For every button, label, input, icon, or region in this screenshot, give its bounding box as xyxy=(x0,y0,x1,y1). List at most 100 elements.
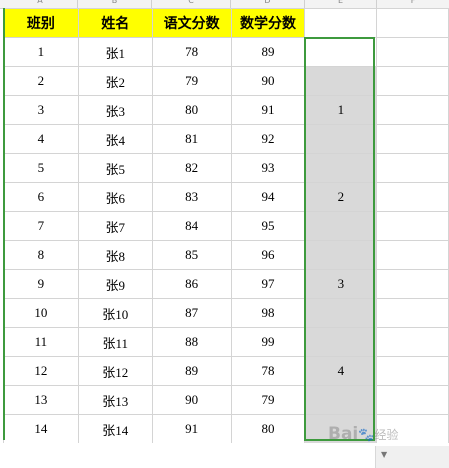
table-cell[interactable] xyxy=(376,95,449,125)
header-cell-class[interactable]: 班别 xyxy=(3,8,79,38)
table-cell[interactable]: 98 xyxy=(230,298,306,328)
column-header-d[interactable]: D xyxy=(231,0,305,8)
table-cell[interactable] xyxy=(304,37,378,67)
column-header-a[interactable]: A xyxy=(3,0,78,8)
table-cell[interactable]: 1 xyxy=(304,95,378,125)
table-cell[interactable]: 87 xyxy=(151,298,232,328)
header-row: 班别 姓名 语文分数 数学分数 xyxy=(3,8,449,38)
table-cell[interactable] xyxy=(304,153,378,183)
table-cell[interactable]: 80 xyxy=(230,414,306,444)
table-cell[interactable]: 90 xyxy=(151,385,232,415)
table-cell[interactable]: 9 xyxy=(3,269,79,299)
table-cell[interactable]: 6 xyxy=(3,182,79,212)
table-cell[interactable]: 90 xyxy=(230,66,306,96)
table-cell[interactable]: 93 xyxy=(230,153,306,183)
table-cell[interactable]: 96 xyxy=(230,240,306,270)
table-cell[interactable]: 83 xyxy=(151,182,232,212)
table-cell[interactable] xyxy=(376,240,449,270)
table-cell[interactable] xyxy=(376,153,449,183)
column-header-f[interactable]: F xyxy=(377,0,449,8)
table-cell[interactable]: 85 xyxy=(151,240,232,270)
table-cell[interactable]: 张13 xyxy=(77,385,153,415)
table-cell[interactable]: 3 xyxy=(3,95,79,125)
table-cell[interactable]: 张3 xyxy=(77,95,153,125)
table-cell[interactable]: 张6 xyxy=(77,182,153,212)
table-row: 3 张3 80 91 1 xyxy=(3,95,449,125)
table-cell[interactable]: 张12 xyxy=(77,356,153,386)
table-cell[interactable] xyxy=(376,298,449,328)
table-cell[interactable]: 89 xyxy=(151,356,232,386)
table-cell[interactable]: 78 xyxy=(230,356,306,386)
table-cell[interactable]: 4 xyxy=(304,356,378,386)
column-header-e[interactable]: E xyxy=(305,0,377,8)
table-cell[interactable]: 95 xyxy=(230,211,306,241)
table-cell[interactable]: 14 xyxy=(3,414,79,444)
header-cell-empty[interactable] xyxy=(304,8,378,38)
table-cell[interactable]: 张14 xyxy=(77,414,153,444)
table-cell[interactable] xyxy=(376,269,449,299)
table-cell[interactable] xyxy=(304,298,378,328)
column-header-c[interactable]: C xyxy=(152,0,231,8)
table-cell[interactable]: 张11 xyxy=(77,327,153,357)
column-header-b[interactable]: B xyxy=(78,0,152,8)
table-cell[interactable]: 92 xyxy=(230,124,306,154)
table-cell[interactable] xyxy=(376,66,449,96)
table-cell[interactable]: 张4 xyxy=(77,124,153,154)
table-cell[interactable]: 11 xyxy=(3,327,79,357)
table-cell[interactable]: 81 xyxy=(151,124,232,154)
table-cell[interactable]: 12 xyxy=(3,356,79,386)
table-cell[interactable] xyxy=(304,124,378,154)
table-cell[interactable]: 94 xyxy=(230,182,306,212)
header-cell-math-score[interactable]: 数学分数 xyxy=(230,8,306,38)
table-cell[interactable] xyxy=(376,211,449,241)
table-cell[interactable]: 5 xyxy=(3,153,79,183)
table-cell[interactable]: 79 xyxy=(230,385,306,415)
table-cell[interactable]: 91 xyxy=(151,414,232,444)
table-cell[interactable] xyxy=(304,211,378,241)
table-cell[interactable]: 89 xyxy=(230,37,306,67)
table-cell[interactable]: 78 xyxy=(151,37,232,67)
table-cell[interactable]: 13 xyxy=(3,385,79,415)
table-cell[interactable] xyxy=(304,66,378,96)
header-cell-chinese-score[interactable]: 语文分数 xyxy=(151,8,232,38)
table-cell[interactable]: 80 xyxy=(151,95,232,125)
table-cell[interactable]: 张2 xyxy=(77,66,153,96)
table-cell[interactable]: 3 xyxy=(304,269,378,299)
table-cell[interactable] xyxy=(376,37,449,67)
table-cell[interactable]: 99 xyxy=(230,327,306,357)
table-cell[interactable] xyxy=(376,124,449,154)
table-row: 13 张13 90 79 xyxy=(3,385,449,415)
scroll-down-arrow-icon[interactable]: ▼ xyxy=(381,450,387,459)
table-cell[interactable]: 97 xyxy=(230,269,306,299)
table-cell[interactable]: 8 xyxy=(3,240,79,270)
table-cell[interactable]: 84 xyxy=(151,211,232,241)
table-cell[interactable] xyxy=(376,327,449,357)
header-cell-empty[interactable] xyxy=(376,8,449,38)
table-cell[interactable]: 88 xyxy=(151,327,232,357)
table-cell[interactable]: 张9 xyxy=(77,269,153,299)
table-cell[interactable]: 2 xyxy=(304,182,378,212)
table-cell[interactable]: 10 xyxy=(3,298,79,328)
header-cell-name[interactable]: 姓名 xyxy=(77,8,153,38)
table-cell[interactable] xyxy=(304,385,378,415)
table-cell[interactable]: 7 xyxy=(3,211,79,241)
table-cell[interactable]: 79 xyxy=(151,66,232,96)
table-cell[interactable]: 张7 xyxy=(77,211,153,241)
table-cell[interactable]: 91 xyxy=(230,95,306,125)
table-cell[interactable]: 82 xyxy=(151,153,232,183)
table-cell[interactable] xyxy=(376,385,449,415)
table-cell[interactable]: 1 xyxy=(3,37,79,67)
table-cell[interactable]: 86 xyxy=(151,269,232,299)
table-cell[interactable] xyxy=(376,356,449,386)
data-grid: 班别 姓名 语文分数 数学分数 1 张1 78 89 2 张2 79 90 3 张3 80 91 1 4 张… xyxy=(3,8,449,444)
table-cell[interactable]: 张10 xyxy=(77,298,153,328)
table-cell[interactable] xyxy=(304,327,378,357)
table-cell[interactable]: 张8 xyxy=(77,240,153,270)
table-cell[interactable] xyxy=(304,240,378,270)
table-cell[interactable]: 张5 xyxy=(77,153,153,183)
table-cell[interactable]: 2 xyxy=(3,66,79,96)
table-row: 11 张11 88 99 xyxy=(3,327,449,357)
table-cell[interactable]: 张1 xyxy=(77,37,153,67)
table-cell[interactable]: 4 xyxy=(3,124,79,154)
table-cell[interactable] xyxy=(376,182,449,212)
